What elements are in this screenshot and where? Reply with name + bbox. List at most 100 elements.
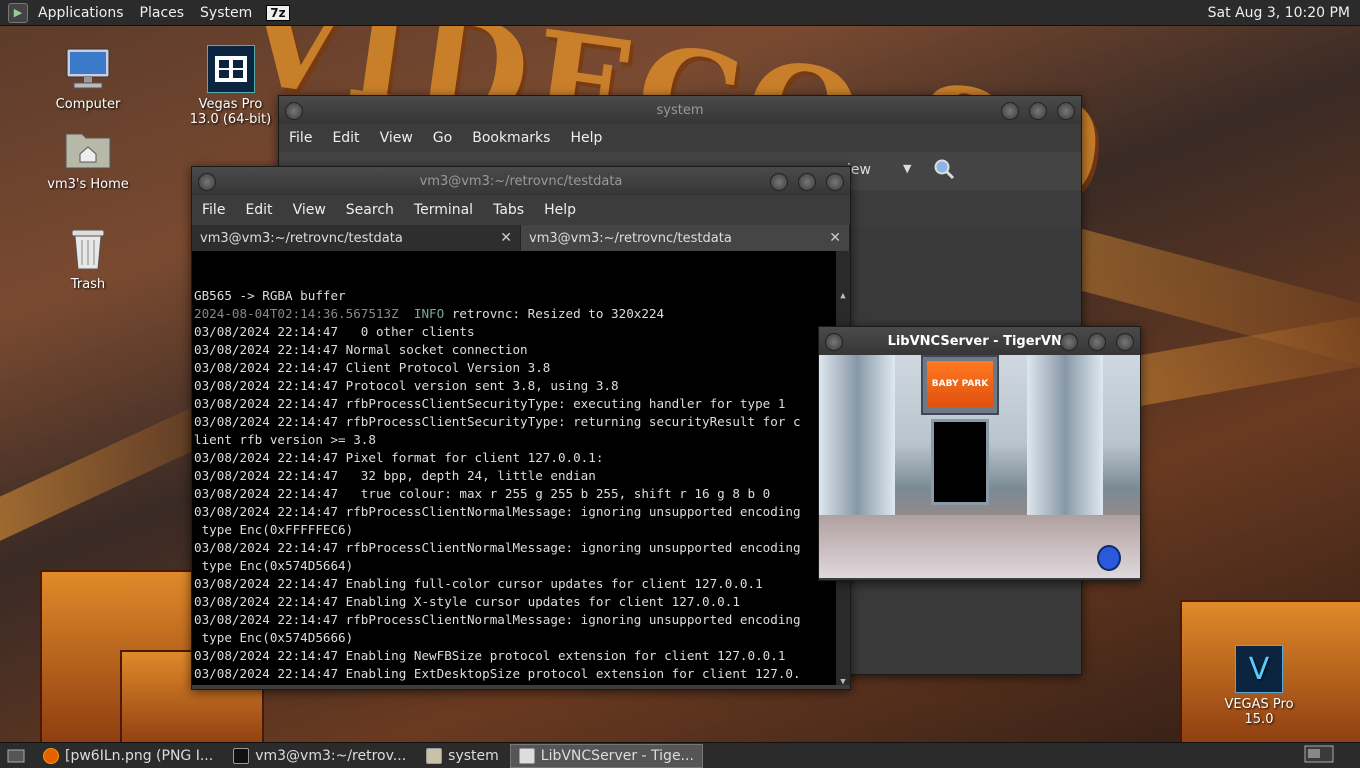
places-menu[interactable]: Places [132, 5, 193, 21]
folder-icon [426, 747, 443, 764]
terminal-tab-active[interactable]: vm3@vm3:~/retrovnc/testdata ✕ [521, 225, 850, 251]
applications-menu[interactable]: Applications [30, 5, 132, 21]
level-sign: BABY PARK [921, 355, 999, 415]
menu-edit[interactable]: Edit [322, 130, 369, 146]
terminal-line: 03/08/2024 22:14:47 Enabling X-style cur… [194, 594, 740, 609]
task-terminal[interactable]: vm3@vm3:~/retrov... [224, 744, 415, 768]
search-icon[interactable] [933, 158, 955, 184]
task-label: vm3@vm3:~/retrov... [255, 747, 407, 764]
file-manager-titlebar[interactable]: system [279, 96, 1081, 124]
window-menu-icon[interactable] [285, 102, 303, 120]
scroll-down-icon[interactable]: ▼ [836, 673, 850, 685]
maximize-button[interactable] [1088, 333, 1106, 351]
task-file-manager[interactable]: system [417, 744, 508, 768]
terminal-titlebar[interactable]: vm3@vm3:~/retrovnc/testdata [192, 167, 850, 195]
vnc-window: LibVNCServer - TigerVNC BABY PARK [818, 326, 1141, 581]
vnc-titlebar[interactable]: LibVNCServer - TigerVNC [819, 327, 1140, 355]
terminal-line: type Enc(0xFFFFFEC6) [194, 522, 354, 537]
terminal-line: 03/08/2024 22:14:47 rfbProcessClientSecu… [194, 414, 801, 429]
panel-clock[interactable]: Sat Aug 3, 10:20 PM [1208, 5, 1360, 21]
maximize-button[interactable] [798, 173, 816, 191]
menu-search[interactable]: Search [336, 202, 404, 218]
window-title: vm3@vm3:~/retrovnc/testdata [419, 173, 623, 189]
window-menu-icon[interactable] [198, 173, 216, 191]
menu-bookmarks[interactable]: Bookmarks [462, 130, 560, 146]
tab-label: vm3@vm3:~/retrovnc/testdata [200, 230, 403, 246]
menu-tabs[interactable]: Tabs [483, 202, 534, 218]
scroll-up-icon[interactable]: ▲ [836, 287, 850, 301]
task-vnc[interactable]: LibVNCServer - Tige... [509, 743, 703, 768]
terminal-line: 03/08/2024 22:14:47 rfbProcessClientNorm… [194, 540, 801, 555]
show-desktop-button[interactable] [0, 744, 32, 768]
maximize-button[interactable] [1029, 102, 1047, 120]
menu-terminal[interactable]: Terminal [404, 202, 483, 218]
sign-text: BABY PARK [927, 361, 993, 407]
minimize-button[interactable] [770, 173, 788, 191]
floor [819, 515, 1140, 578]
desktop-icon-label: VEGAS Pro 15.0 [1224, 697, 1294, 727]
desktop-icon-home[interactable]: vm3's Home [38, 125, 138, 192]
task-label: system [448, 747, 499, 764]
doorway [931, 419, 989, 505]
window-title: LibVNCServer - TigerVNC [887, 333, 1072, 349]
sevenzip-launcher-icon[interactable]: 7z [266, 4, 290, 21]
menu-help[interactable]: Help [534, 202, 586, 218]
home-folder-icon [64, 125, 112, 173]
file-manager-menubar: File Edit View Go Bookmarks Help [279, 124, 1081, 152]
applications-menu-icon[interactable]: ▶ [8, 2, 28, 23]
window-menu-icon[interactable] [825, 333, 843, 351]
menu-go[interactable]: Go [423, 130, 462, 146]
desktop-icon-label: vm3's Home [47, 177, 129, 192]
vegas-icon: V [1235, 645, 1283, 693]
firefox-icon [43, 747, 59, 764]
terminal-line: 03/08/2024 22:14:47 0 other clients [194, 324, 475, 339]
terminal-tabs: vm3@vm3:~/retrovnc/testdata ✕ vm3@vm3:~/… [192, 225, 850, 251]
menu-help[interactable]: Help [560, 130, 612, 146]
menu-edit[interactable]: Edit [235, 202, 282, 218]
terminal-line: 2024-08-04T02:14:36.567513Z INFO retrovn… [194, 306, 665, 321]
menu-view[interactable]: View [283, 202, 336, 218]
top-panel: ▶ Applications Places System 7z Sat Aug … [0, 0, 1360, 26]
workspace-switcher[interactable] [1304, 745, 1334, 767]
desktop-icon-computer[interactable]: Computer [38, 45, 138, 112]
terminal-line: 03/08/2024 22:14:47 Enabling full-color … [194, 576, 763, 591]
task-label: [pw6ILn.png (PNG I... [65, 747, 214, 764]
menu-file[interactable]: File [192, 202, 235, 218]
minimize-button[interactable] [1060, 333, 1078, 351]
film-icon [206, 45, 255, 93]
chevron-down-icon[interactable]: ▼ [903, 162, 911, 175]
terminal-line: GB565 -> RGBA buffer [194, 288, 346, 303]
close-tab-icon[interactable]: ✕ [500, 230, 512, 246]
desktop-icon-label: Vegas Pro 13.0 (64-bit) [189, 97, 272, 127]
task-firefox[interactable]: [pw6ILn.png (PNG I... [34, 744, 222, 768]
menu-view[interactable]: View [370, 130, 423, 146]
close-button[interactable] [826, 173, 844, 191]
terminal-line: 03/08/2024 22:14:47 rfbProcessClientSecu… [194, 396, 786, 411]
desktop-icon-vegas13[interactable]: Vegas Pro 13.0 (64-bit) [183, 45, 278, 127]
terminal-window: vm3@vm3:~/retrovnc/testdata File Edit Vi… [191, 166, 851, 690]
terminal-line: 03/08/2024 22:14:47 Normal socket connec… [194, 342, 528, 357]
desktop-icon-label: Computer [55, 97, 121, 112]
close-button[interactable] [1057, 102, 1075, 120]
trash-icon [64, 225, 112, 273]
terminal-output[interactable]: GB565 -> RGBA buffer 2024-08-04T02:14:36.… [192, 251, 850, 685]
desktop-icon-vegas15[interactable]: V VEGAS Pro 15.0 [1208, 645, 1310, 727]
terminal-tab[interactable]: vm3@vm3:~/retrovnc/testdata ✕ [192, 225, 521, 251]
window-title: system [656, 102, 704, 118]
system-menu[interactable]: System [192, 5, 260, 21]
minimize-button[interactable] [1001, 102, 1019, 120]
terminal-menubar: File Edit View Search Terminal Tabs Help [192, 195, 850, 225]
pillar-left [819, 355, 895, 515]
terminal-line: 03/08/2024 22:14:47 rfbProcessClientNorm… [194, 612, 801, 627]
close-button[interactable] [1116, 333, 1134, 351]
desktop-icon-trash[interactable]: Trash [38, 225, 138, 292]
pillar-right [1027, 355, 1103, 515]
menu-file[interactable]: File [279, 130, 322, 146]
terminal-line: 03/08/2024 22:14:47 32 bpp, depth 24, li… [194, 468, 596, 483]
terminal-line: type Enc(0x574D5664) [194, 558, 354, 573]
vnc-icon [518, 747, 535, 764]
vnc-framebuffer[interactable]: BABY PARK [819, 355, 1140, 578]
close-tab-icon[interactable]: ✕ [829, 230, 841, 246]
terminal-line: 03/08/2024 22:14:47 Protocol version sen… [194, 378, 619, 393]
terminal-line: lient rfb version >= 3.8 [194, 432, 376, 447]
